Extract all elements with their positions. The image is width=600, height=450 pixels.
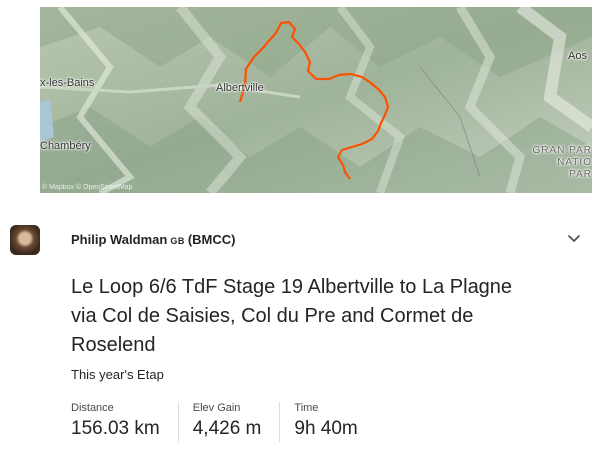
- map-label-aix: x-les-Bains: [40, 77, 95, 89]
- terrain-map: [40, 7, 592, 193]
- activity-header: Philip Waldman GB (BMCC): [10, 222, 590, 256]
- route-map[interactable]: x-les-Bains Albertville Chambéry Aos GRA…: [40, 7, 592, 193]
- map-label-albertville: Albertville: [216, 82, 264, 94]
- stat-value: 9h 40m: [294, 418, 358, 439]
- stat-label: Time: [294, 402, 319, 414]
- activity-stats: Distance 156.03 km Elev Gain 4,426 m Tim…: [71, 402, 390, 442]
- activity-description: This year's Etap: [71, 367, 164, 382]
- stat-value: 4,426 m: [192, 418, 262, 439]
- athlete-avatar[interactable]: [10, 225, 40, 255]
- map-label-aosta: Aos: [568, 50, 587, 62]
- athlete-name-line[interactable]: Philip Waldman GB (BMCC): [71, 232, 235, 247]
- map-label-chambery: Chambéry: [40, 140, 91, 152]
- stat-elev-gain: Elev Gain 4,426 m: [193, 402, 281, 442]
- chevron-down-icon[interactable]: [566, 230, 582, 246]
- map-label-park: GRAN PAR NATIO PAR: [532, 145, 592, 180]
- stat-value: 156.03 km: [71, 418, 160, 439]
- stat-distance: Distance 156.03 km: [71, 402, 179, 442]
- stat-time: Time 9h 40m: [294, 402, 375, 442]
- athlete-name[interactable]: Philip Waldman: [71, 232, 167, 247]
- stat-label: Distance: [71, 402, 114, 414]
- stat-label: Elev Gain: [192, 402, 241, 414]
- country-code: GB: [170, 236, 185, 246]
- map-attribution: © Mapbox © OpenStreetMap: [42, 184, 133, 191]
- activity-title[interactable]: Le Loop 6/6 TdF Stage 19 Albertville to …: [71, 273, 541, 360]
- club-name: (BMCC): [187, 232, 236, 247]
